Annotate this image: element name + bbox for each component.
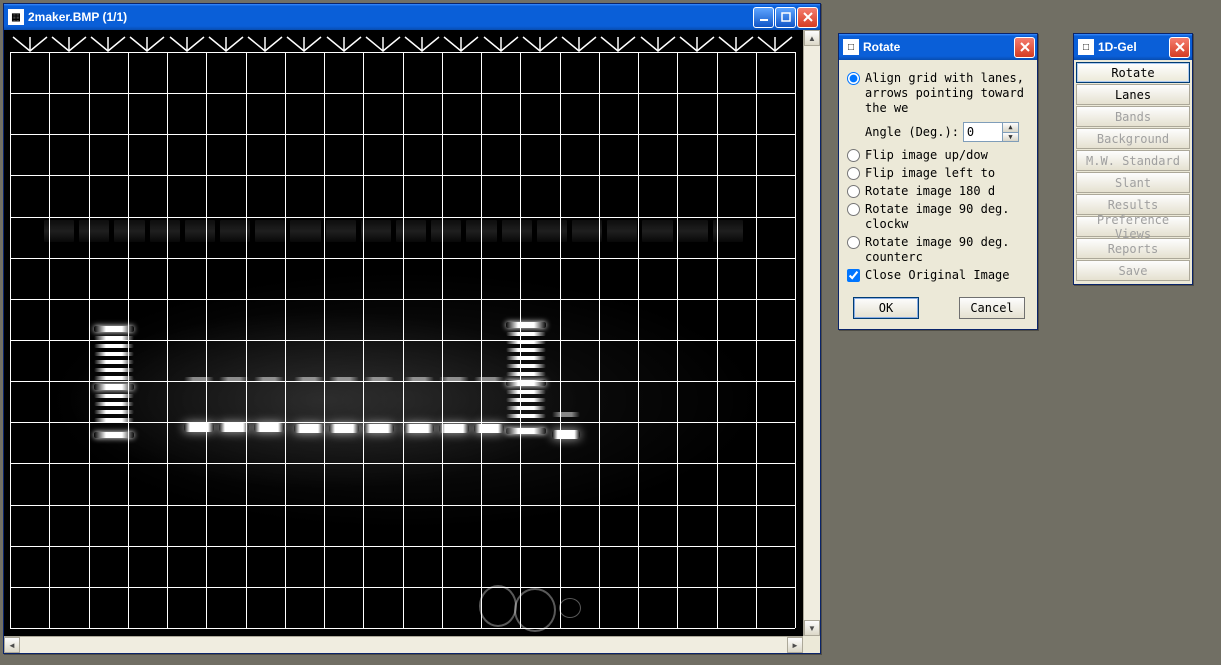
gel-toolbox-body: RotateLanesBandsBackgroundM.W. StandardS… bbox=[1074, 60, 1192, 284]
radio-flip-updown-label: Flip image up/dow bbox=[865, 148, 988, 163]
angle-spin-up[interactable]: ▲ bbox=[1002, 123, 1018, 132]
rotate-dialog-icon: □ bbox=[843, 39, 859, 55]
toolbox-button-preference-views: Preference Views bbox=[1076, 216, 1190, 237]
image-client-area: ◄ ► ▲ ▼ bbox=[4, 30, 820, 653]
vertical-scrollbar[interactable]: ▲ ▼ bbox=[803, 30, 820, 636]
angle-label: Angle (Deg.): bbox=[865, 125, 959, 139]
gel-image bbox=[4, 30, 803, 636]
rotate-dialog-close-button[interactable] bbox=[1014, 37, 1035, 58]
radio-flip-leftto-input[interactable] bbox=[847, 167, 860, 180]
lane-arrow-icon bbox=[364, 35, 402, 53]
toolbox-button-bands: Bands bbox=[1076, 106, 1190, 127]
close-button[interactable] bbox=[797, 7, 818, 28]
toolbox-button-m-w-standard: M.W. Standard bbox=[1076, 150, 1190, 171]
lane-arrow-icon bbox=[560, 35, 598, 53]
lane-arrow-icon bbox=[403, 35, 441, 53]
image-window-title: 2maker.BMP (1/1) bbox=[28, 10, 753, 24]
checkbox-close-original-input[interactable] bbox=[847, 269, 860, 282]
image-window-icon: ▦ bbox=[8, 9, 24, 25]
rotate-dialog-titlebar[interactable]: □ Rotate bbox=[839, 34, 1037, 60]
radio-rotate-90ccw-label: Rotate image 90 deg. counterc bbox=[865, 235, 1031, 265]
ok-button[interactable]: OK bbox=[853, 297, 919, 319]
scroll-right-button[interactable]: ► bbox=[787, 637, 803, 653]
lane-arrow-icon bbox=[11, 35, 49, 53]
lane-arrow-icon bbox=[717, 35, 755, 53]
toolbox-button-background: Background bbox=[1076, 128, 1190, 149]
lane-arrow-icon bbox=[482, 35, 520, 53]
gel-toolbox-titlebar[interactable]: □ 1D-Gel bbox=[1074, 34, 1192, 60]
angle-spin-down[interactable]: ▼ bbox=[1002, 132, 1018, 142]
radio-flip-leftto[interactable]: Flip image left to bbox=[847, 166, 1031, 181]
lane-arrow-icon bbox=[168, 35, 206, 53]
radio-flip-leftto-label: Flip image left to bbox=[865, 166, 995, 181]
lane-arrow-icon bbox=[599, 35, 637, 53]
radio-align-grid-sublabel: arrows pointing toward the we bbox=[865, 86, 1024, 115]
lane-arrow-icon bbox=[50, 35, 88, 53]
gel-toolbox-icon: □ bbox=[1078, 39, 1094, 55]
lane-arrow-icon bbox=[521, 35, 559, 53]
lane-arrow-icon bbox=[246, 35, 284, 53]
radio-flip-updown[interactable]: Flip image up/dow bbox=[847, 148, 1031, 163]
rotate-dialog-title: Rotate bbox=[863, 40, 1014, 54]
lane-arrow-icon bbox=[442, 35, 480, 53]
gel-toolbox-close-button[interactable] bbox=[1169, 37, 1190, 58]
toolbox-button-rotate[interactable]: Rotate bbox=[1076, 62, 1190, 83]
angle-input[interactable] bbox=[964, 123, 1002, 141]
scroll-left-button[interactable]: ◄ bbox=[4, 637, 20, 653]
minimize-button[interactable] bbox=[753, 7, 774, 28]
angle-spinner[interactable]: ▲ ▼ bbox=[963, 122, 1019, 142]
toolbox-button-save: Save bbox=[1076, 260, 1190, 281]
rotate-dialog: □ Rotate Align grid with lanes, arrows p… bbox=[838, 33, 1038, 330]
radio-rotate-90cw-label: Rotate image 90 deg. clockw bbox=[865, 202, 1031, 232]
radio-rotate-90cw-input[interactable] bbox=[847, 203, 860, 216]
image-window-titlebar[interactable]: ▦ 2maker.BMP (1/1) bbox=[4, 4, 820, 30]
checkbox-close-original[interactable]: Close Original Image bbox=[847, 268, 1031, 283]
lane-arrow-icon bbox=[207, 35, 245, 53]
lane-arrow-icon bbox=[639, 35, 677, 53]
gel-toolbox-window: □ 1D-Gel RotateLanesBandsBackgroundM.W. … bbox=[1073, 33, 1193, 285]
maximize-button[interactable] bbox=[775, 7, 796, 28]
scroll-up-button[interactable]: ▲ bbox=[804, 30, 820, 46]
radio-align-grid[interactable]: Align grid with lanes, arrows pointing t… bbox=[847, 71, 1031, 116]
horizontal-scrollbar[interactable]: ◄ ► bbox=[4, 636, 803, 653]
lane-arrow-icon bbox=[756, 35, 794, 53]
image-window: ▦ 2maker.BMP (1/1) bbox=[3, 3, 821, 654]
scroll-down-button[interactable]: ▼ bbox=[804, 620, 820, 636]
lane-arrow-icon bbox=[325, 35, 363, 53]
toolbox-button-slant: Slant bbox=[1076, 172, 1190, 193]
radio-align-grid-input[interactable] bbox=[847, 72, 860, 85]
lane-arrow-icon bbox=[678, 35, 716, 53]
radio-rotate-90ccw[interactable]: Rotate image 90 deg. counterc bbox=[847, 235, 1031, 265]
radio-flip-updown-input[interactable] bbox=[847, 149, 860, 162]
radio-rotate-180[interactable]: Rotate image 180 d bbox=[847, 184, 1031, 199]
toolbox-button-reports: Reports bbox=[1076, 238, 1190, 259]
scroll-corner bbox=[803, 636, 820, 653]
radio-align-grid-label: Align grid with lanes, bbox=[865, 71, 1024, 85]
scroll-h-track[interactable] bbox=[20, 637, 787, 653]
gel-toolbox-title: 1D-Gel bbox=[1098, 40, 1169, 54]
scroll-v-track[interactable] bbox=[804, 46, 820, 620]
checkbox-close-original-label: Close Original Image bbox=[865, 268, 1010, 283]
toolbox-button-lanes[interactable]: Lanes bbox=[1076, 84, 1190, 105]
radio-rotate-90cw[interactable]: Rotate image 90 deg. clockw bbox=[847, 202, 1031, 232]
lane-arrow-icon bbox=[89, 35, 127, 53]
lane-arrow-icon bbox=[285, 35, 323, 53]
radio-rotate-90ccw-input[interactable] bbox=[847, 236, 860, 249]
radio-rotate-180-label: Rotate image 180 d bbox=[865, 184, 995, 199]
gel-image-viewport[interactable] bbox=[4, 30, 803, 636]
cancel-button[interactable]: Cancel bbox=[959, 297, 1025, 319]
lane-arrow-icon bbox=[128, 35, 166, 53]
radio-rotate-180-input[interactable] bbox=[847, 185, 860, 198]
